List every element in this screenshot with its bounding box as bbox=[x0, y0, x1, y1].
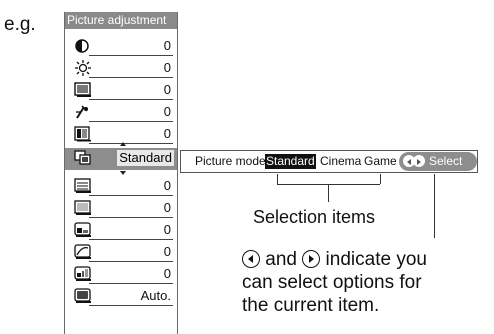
picture-mode-icon bbox=[74, 150, 92, 166]
menu-row-underline bbox=[89, 195, 173, 196]
menu-row-value: 0 bbox=[163, 38, 171, 53]
instruction-line2: can select options for bbox=[242, 272, 422, 293]
menu-row-underline bbox=[89, 121, 173, 122]
instruction-line3: the current item. bbox=[242, 295, 380, 316]
menu-row-value: 0 bbox=[163, 60, 171, 75]
menu-row-value: 0 bbox=[163, 266, 171, 281]
menu-row-value: 0 bbox=[163, 200, 171, 215]
menu-row-value: Standard bbox=[117, 150, 174, 166]
tint-icon bbox=[74, 126, 92, 142]
option-standard[interactable]: Standard bbox=[265, 154, 316, 169]
menu-row-value: 0 bbox=[163, 178, 171, 193]
left-button-icon bbox=[242, 250, 260, 268]
menu-row-underline bbox=[89, 55, 173, 56]
menu-row-value: 0 bbox=[163, 244, 171, 259]
bracket-right bbox=[380, 174, 381, 184]
brightness-icon bbox=[74, 60, 92, 76]
menu-row-color-temp[interactable]: 0 bbox=[65, 176, 177, 198]
bracket-stem bbox=[328, 184, 329, 202]
example-label: e.g. bbox=[4, 14, 36, 35]
menu-row-noise-reduction[interactable]: 0 bbox=[65, 198, 177, 220]
instruction-and: and bbox=[265, 249, 297, 270]
contrast-icon bbox=[74, 38, 92, 54]
scroll-down-arrow[interactable] bbox=[120, 171, 126, 175]
select-hint-text: Select bbox=[429, 154, 463, 168]
menu-row-color[interactable]: 0 bbox=[65, 80, 177, 102]
menu-row-underline bbox=[89, 283, 173, 284]
bracket-left bbox=[277, 174, 278, 184]
menu-row-picture-mode[interactable]: Standard bbox=[65, 148, 177, 170]
menu-row-black-level[interactable]: 0 bbox=[65, 220, 177, 242]
menu-row-gamma[interactable]: 0 bbox=[65, 242, 177, 264]
menu-row-underline bbox=[89, 143, 173, 144]
menu-row-underline bbox=[89, 99, 173, 100]
menu-row-underline bbox=[89, 261, 173, 262]
menu-row-underline bbox=[89, 217, 173, 218]
gamma-icon bbox=[74, 244, 92, 260]
scroll-up-arrow[interactable] bbox=[120, 142, 126, 146]
black-level-icon bbox=[74, 222, 92, 238]
selection-items-label: Selection items bbox=[253, 207, 376, 227]
menu-row-auto-mode[interactable]: Auto. bbox=[65, 286, 177, 308]
pointer-line bbox=[434, 174, 435, 238]
picture-mode-option-bar: Picture mode Standard Cinema Game Select bbox=[180, 150, 478, 173]
sharpness-icon bbox=[74, 104, 92, 120]
white-balance-icon bbox=[74, 266, 92, 282]
menu-row-sharpness[interactable]: 0 bbox=[65, 102, 177, 124]
noise-reduction-icon bbox=[74, 200, 92, 216]
color-icon bbox=[74, 82, 92, 98]
color-temp-icon bbox=[74, 178, 92, 194]
option-bar-label: Picture mode bbox=[195, 154, 266, 168]
menu-row-white-balance[interactable]: 0 bbox=[65, 264, 177, 286]
menu-row-contrast[interactable]: 0 bbox=[65, 36, 177, 58]
option-cinema[interactable]: Cinema bbox=[319, 154, 362, 169]
menu-title: Picture adjustment bbox=[65, 12, 177, 29]
right-button-icon bbox=[302, 250, 321, 268]
menu-row-underline bbox=[89, 77, 173, 78]
option-game[interactable]: Game bbox=[363, 154, 398, 169]
instruction-line1-end: indicate you bbox=[325, 249, 427, 270]
menu-row-value: 0 bbox=[163, 126, 171, 141]
instruction-text: and indicate you can select options for … bbox=[242, 248, 494, 317]
menu-row-underline bbox=[89, 239, 173, 240]
menu-row-value: 0 bbox=[163, 222, 171, 237]
menu-row-value: 0 bbox=[163, 82, 171, 97]
menu-row-value: Auto. bbox=[140, 288, 171, 303]
picture-adjustment-menu: Picture adjustment 0 0 0 0 0 Standard 0 … bbox=[64, 12, 178, 334]
right-arrow-icon bbox=[413, 155, 425, 167]
menu-row-value: 0 bbox=[163, 104, 171, 119]
menu-row-underline bbox=[89, 305, 173, 306]
auto-mode-icon bbox=[74, 288, 92, 304]
menu-row-brightness[interactable]: 0 bbox=[65, 58, 177, 80]
